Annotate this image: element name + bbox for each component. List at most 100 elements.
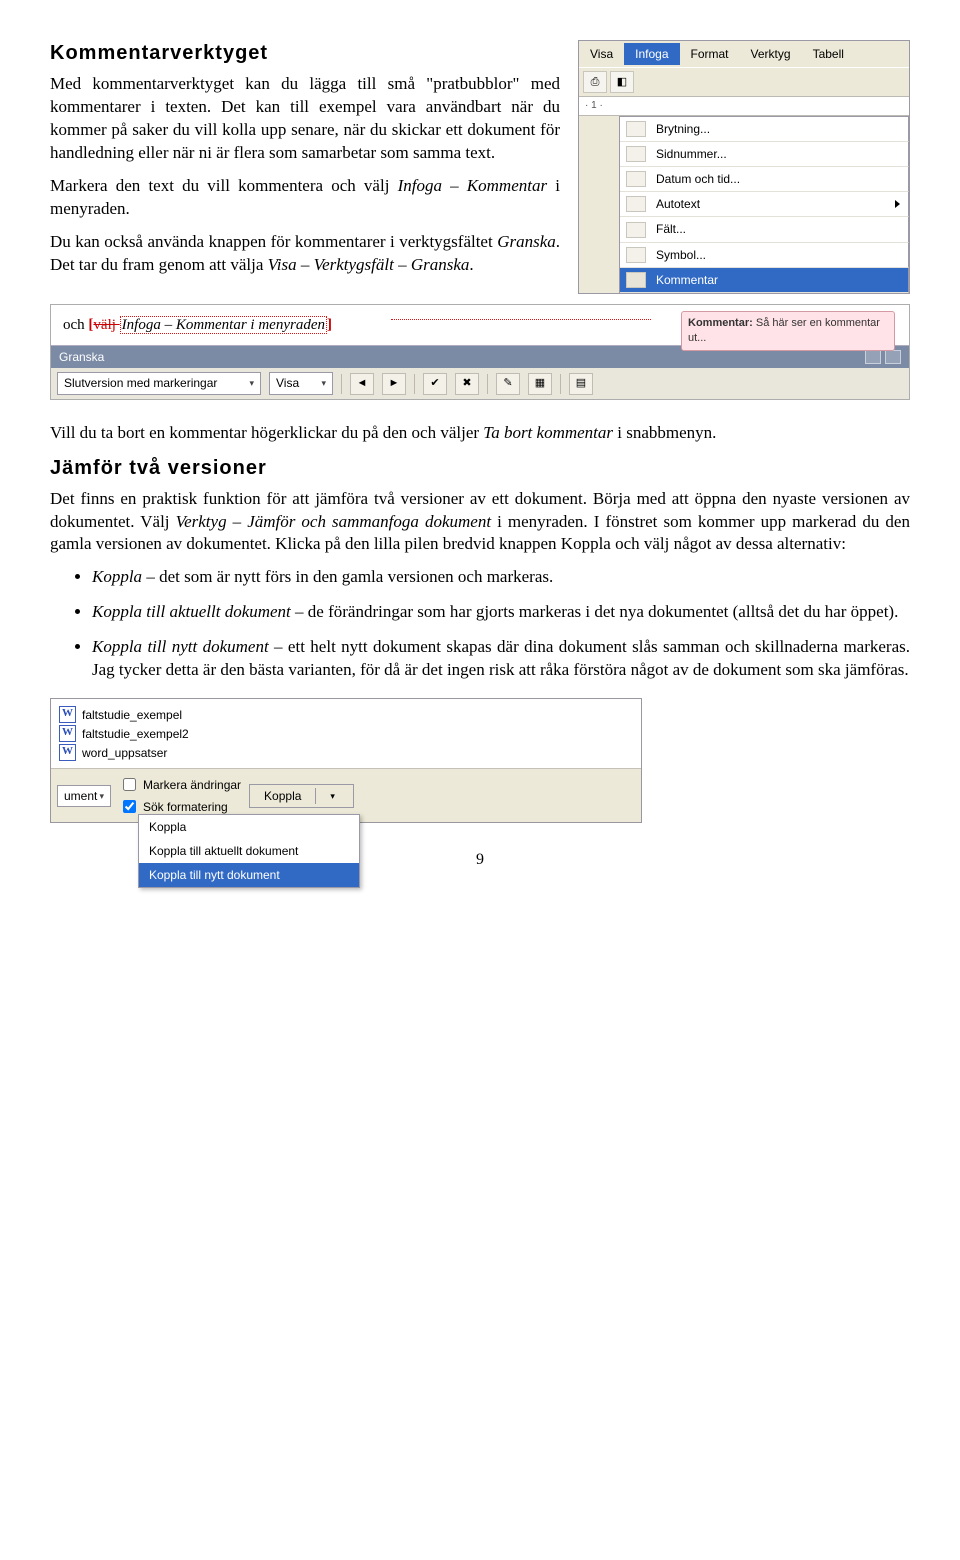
menu-item-brytning-[interactable]: Brytning... <box>620 117 909 142</box>
menu-item-sidnummer-[interactable]: Sidnummer... <box>620 142 909 167</box>
combo-value: ument <box>64 788 97 804</box>
list-item: Koppla – det som är nytt förs in den gam… <box>92 566 910 589</box>
next-change-button[interactable]: ► <box>382 373 406 395</box>
file-row[interactable]: faltstudie_exempel <box>59 705 633 724</box>
chevron-down-icon: ▾ <box>321 377 326 389</box>
koppla-options-list: Koppla – det som är nytt förs in den gam… <box>50 566 910 682</box>
intro-paragraph-3: Du kan också använda knappen för komment… <box>50 231 560 277</box>
menu-item-icon <box>626 171 646 187</box>
combo-value: Slutversion med markeringar <box>64 375 217 391</box>
koppla-option[interactable]: Koppla till nytt dokument <box>139 863 359 887</box>
menu-item-label: Fält... <box>656 221 686 237</box>
menu-item-label: Kommentar <box>656 272 718 288</box>
menu-item-label: Datum och tid... <box>656 171 740 187</box>
section-title-2: Jämför två versioner <box>50 455 910 482</box>
menu-item-fält-[interactable]: Fält... <box>620 217 909 242</box>
menu-item-symbol-[interactable]: Symbol... <box>620 243 909 268</box>
option-name: Koppla <box>92 567 142 586</box>
chevron-down-icon: ▾ <box>99 790 104 802</box>
review-toolbar: Slutversion med markeringar ▾ Visa▾ ◄ ► ✔… <box>51 368 909 398</box>
toolbar-icon[interactable]: ◧ <box>610 71 634 93</box>
menu-item-kommentar[interactable]: Kommentar <box>620 268 909 293</box>
file-name: word_uppsatser <box>82 745 167 761</box>
checkbox-label: Markera ändringar <box>143 777 241 793</box>
option-name: Koppla till nytt dokument <box>92 637 269 656</box>
menu-infoga[interactable]: Infoga <box>624 43 679 65</box>
menu-verktyg[interactable]: Verktyg <box>740 43 802 65</box>
option-name: Koppla till aktuellt dokument <box>92 602 291 621</box>
menu-item-datum-och-tid-[interactable]: Datum och tid... <box>620 167 909 192</box>
koppla-dropdown-menu: KopplaKoppla till aktuellt dokumentKoppl… <box>138 814 360 889</box>
option-description: – det som är nytt förs in den gamla vers… <box>142 567 553 586</box>
menu-visa[interactable]: Visa <box>579 43 624 65</box>
menu-item-icon <box>626 196 646 212</box>
koppla-option[interactable]: Koppla <box>139 815 359 839</box>
menu-item-label: Autotext <box>656 196 700 212</box>
print-icon[interactable]: ⎙ <box>583 71 607 93</box>
intro-paragraph-2: Markera den text du vill kommentera och … <box>50 175 560 221</box>
menu-format[interactable]: Format <box>680 43 740 65</box>
comment-callout: Kommentar: Så här ser en kommentar ut... <box>681 311 895 351</box>
word-file-icon <box>59 706 76 723</box>
koppla-split-button[interactable]: Koppla ▾ <box>249 784 354 808</box>
checkbox-input[interactable] <box>123 778 136 791</box>
context-menu-item: Ta bort kommentar <box>483 423 613 442</box>
display-mode-combo[interactable]: Slutversion med markeringar ▾ <box>57 372 261 394</box>
callout-title: Kommentar: <box>688 317 753 329</box>
ruler: · 1 · <box>579 96 909 116</box>
insert-dropdown: Brytning... Sidnummer... Datum och tid... A… <box>619 116 909 293</box>
word-file-icon <box>59 725 76 742</box>
accept-change-button[interactable]: ✔ <box>423 373 447 395</box>
close-icon[interactable] <box>885 350 901 364</box>
highlight-button[interactable]: ▦ <box>528 373 552 395</box>
merge-dialog-screenshot: faltstudie_exempel faltstudie_exempel2wor… <box>50 698 642 823</box>
insert-menu-screenshot: VisaInfogaFormatVerktygTabell ⎙ ◧ · 1 · … <box>578 40 910 294</box>
menu-path: Verktyg – Jämför och sammanfoga dokument <box>176 512 491 531</box>
review-toolbar-screenshot: och [välj Infoga – Kommentar i menyraden… <box>50 304 910 400</box>
word-file-icon <box>59 744 76 761</box>
toolbar: ⎙ ◧ <box>579 67 909 96</box>
text: och <box>63 317 88 333</box>
document-text: och [välj Infoga – Kommentar i menyraden… <box>63 316 332 334</box>
chevron-down-icon: ▾ <box>330 790 335 802</box>
menu-item-label: Symbol... <box>656 247 706 263</box>
list-item: Koppla till nytt dokument – ett helt nyt… <box>92 636 910 682</box>
text: Markera den text du vill kommentera och … <box>50 176 398 195</box>
show-combo[interactable]: Visa▾ <box>269 372 333 394</box>
remove-comment-paragraph: Vill du ta bort en kommentar högerklicka… <box>50 422 910 445</box>
highlighted-text: Infoga – Kommentar i menyraden <box>120 316 327 334</box>
file-row[interactable]: word_uppsatser <box>59 743 633 762</box>
chevron-down-icon: ▾ <box>249 377 254 389</box>
panel-title-text: Granska <box>59 349 104 365</box>
menu-item-label: Sidnummer... <box>656 146 727 162</box>
menu-path: Infoga – Kommentar <box>398 176 548 195</box>
review-pane-button[interactable]: ▤ <box>569 373 593 395</box>
separator <box>341 374 342 394</box>
separator <box>315 788 316 804</box>
file-name: faltstudie_exempel2 <box>82 726 189 742</box>
checkbox-label: Sök formatering <box>143 799 228 815</box>
menu-tabell[interactable]: Tabell <box>802 43 855 65</box>
new-comment-button[interactable]: ✎ <box>496 373 520 395</box>
reject-change-button[interactable]: ✖ <box>455 373 479 395</box>
menu-item-autotext[interactable]: Autotext <box>620 192 909 217</box>
koppla-option[interactable]: Koppla till aktuellt dokument <box>139 839 359 863</box>
prev-change-button[interactable]: ◄ <box>350 373 374 395</box>
dialog-bottom-bar: ument▾ Markera ändringar Sök formatering… <box>51 769 641 822</box>
chevron-down-icon[interactable] <box>865 350 881 364</box>
separator <box>487 374 488 394</box>
file-row[interactable]: faltstudie_exempel2 <box>59 724 633 743</box>
toolbar-name: Granska <box>497 232 556 251</box>
menubar: VisaInfogaFormatVerktygTabell <box>579 41 909 67</box>
menu-item-icon <box>626 146 646 162</box>
file-type-combo[interactable]: ument▾ <box>57 785 111 807</box>
menu-item-icon <box>626 222 646 238</box>
compare-paragraph: Det finns en praktisk funktion för att j… <box>50 488 910 557</box>
menu-item-icon <box>626 247 646 263</box>
checkbox-input[interactable] <box>123 800 136 813</box>
menu-item-icon <box>626 272 646 288</box>
option-description: – de förändringar som har gjorts markera… <box>291 602 899 621</box>
mark-changes-checkbox[interactable]: Markera ändringar <box>119 775 241 794</box>
file-list: faltstudie_exempel faltstudie_exempel2wor… <box>51 699 641 769</box>
struck-text: välj <box>93 317 119 333</box>
